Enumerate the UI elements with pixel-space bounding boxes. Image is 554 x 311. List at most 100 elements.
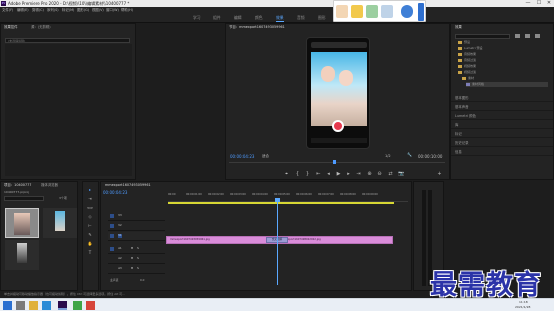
go-to-out-button[interactable]: ⇥ <box>356 171 361 177</box>
section-info[interactable]: 信息 <box>451 149 553 156</box>
section-markers[interactable]: 标记 <box>451 131 553 138</box>
tab-project[interactable]: 项目：10400777 <box>4 183 31 188</box>
source-patch-v2[interactable] <box>110 224 114 228</box>
type-tool-icon[interactable]: T <box>87 250 93 256</box>
effects-folder-assets[interactable]: 素材 <box>462 76 552 81</box>
tab-media-browser[interactable]: 媒体浏览器 <box>41 183 58 188</box>
mute-button[interactable]: M <box>130 257 134 261</box>
compare-view-button[interactable]: 📷 <box>398 171 404 177</box>
solo-button[interactable]: S <box>136 247 140 251</box>
app-icon[interactable] <box>86 301 95 310</box>
slip-tool-icon[interactable]: ⊢ <box>87 223 93 229</box>
solo-button[interactable]: S <box>136 257 140 261</box>
program-timecode[interactable]: 00:00:04:23 <box>230 154 254 159</box>
save-icon[interactable] <box>381 5 393 18</box>
timeline-playhead[interactable] <box>277 200 278 285</box>
add-marker-button[interactable]: ⌖ <box>284 171 289 177</box>
accelerated-icon[interactable] <box>515 34 520 38</box>
quality-select[interactable]: 1/2 <box>385 154 391 158</box>
tab-effect-controls[interactable]: 效果控件 <box>4 25 18 30</box>
work-area-bar[interactable] <box>168 202 394 204</box>
comment-icon[interactable] <box>351 5 363 18</box>
add-button[interactable]: + <box>437 171 442 177</box>
start-icon[interactable] <box>3 301 12 310</box>
workspace-audio[interactable]: 音频 <box>297 15 305 21</box>
task-view-icon[interactable] <box>16 301 25 310</box>
effects-folder-lumetri[interactable]: Lumetri 预设 <box>458 46 548 51</box>
effects-folder-video-effects[interactable]: 视频效果 <box>458 64 548 69</box>
effects-search-input[interactable] <box>455 34 510 39</box>
insert-button[interactable]: ⊕ <box>367 171 372 177</box>
project-search-input[interactable] <box>4 196 44 201</box>
collapse-toolbar-icon[interactable] <box>418 3 424 21</box>
pen-tool-icon[interactable]: ✎ <box>87 232 93 238</box>
close-button[interactable]: ✕ <box>544 0 554 7</box>
playhead-handle[interactable] <box>275 198 280 202</box>
play-button[interactable]: ▶ <box>336 171 341 177</box>
effects-folder-video-transitions[interactable]: 视频过渡 <box>458 70 548 75</box>
tab-effects[interactable]: 效果 <box>455 25 462 30</box>
program-scrubber[interactable] <box>229 162 445 163</box>
effects-item-style[interactable]: 素材风格 <box>466 82 548 87</box>
hand-tool-icon[interactable]: ✋ <box>87 241 93 247</box>
section-essential-sound[interactable]: 基本声音 <box>451 104 553 111</box>
32bit-icon[interactable] <box>525 34 530 38</box>
go-to-in-button[interactable]: ⇤ <box>316 171 321 177</box>
wrench-icon[interactable]: 🔧 <box>407 152 413 158</box>
maximize-button[interactable]: ☐ <box>534 0 544 7</box>
razor-tool-icon[interactable]: ◇ <box>87 214 93 220</box>
mute-button[interactable]: M <box>130 267 134 271</box>
timeline-timecode[interactable]: 00:00:04:23 <box>103 190 127 195</box>
mute-button[interactable]: M <box>130 247 134 251</box>
step-back-button[interactable]: ◂ <box>326 171 331 177</box>
program-playhead[interactable] <box>333 160 336 164</box>
workspace-graphics[interactable]: 图形 <box>318 15 326 21</box>
effects-folder-audio-effects[interactable]: 音频效果 <box>458 52 548 57</box>
section-history[interactable]: 历史记录 <box>451 140 553 147</box>
timeline-ruler[interactable]: 00:00 00:00:01:00 00:00:02:00 00:00:03:0… <box>168 191 408 202</box>
ripple-edit-tool-icon[interactable]: ⟺ <box>87 205 93 211</box>
tab-source[interactable]: 源：(无剪辑) <box>31 25 51 30</box>
minimize-button[interactable]: — <box>523 0 533 7</box>
export-frame-button[interactable]: ⇄ <box>388 171 393 177</box>
effect-filter-field[interactable]: (未选择剪辑) <box>5 38 130 43</box>
project-item-sequence[interactable] <box>5 240 39 270</box>
selection-tool-icon[interactable]: ▸ <box>87 187 93 193</box>
clip-photo-1[interactable]: mmexport1607493059961.jpg <box>166 236 277 244</box>
edge-icon[interactable] <box>42 301 51 310</box>
file-explorer-icon[interactable] <box>29 301 38 310</box>
fit-select[interactable]: 适合 <box>262 154 269 159</box>
section-lumetri-color[interactable]: Lumetri 颜色 <box>451 113 553 120</box>
overwrite-button[interactable]: ⊖ <box>377 171 382 177</box>
step-forward-button[interactable]: ▸ <box>346 171 351 177</box>
effects-folder-presets[interactable]: 预设 <box>458 40 548 45</box>
premiere-taskbar-icon[interactable] <box>58 301 67 310</box>
section-libraries[interactable]: 库 <box>451 122 553 129</box>
project-item-photo-2[interactable] <box>43 208 77 238</box>
mark-in-button[interactable]: { <box>295 171 300 177</box>
hand-tool-icon[interactable] <box>336 5 348 18</box>
wechat-icon[interactable] <box>73 301 82 310</box>
workspace-assembly[interactable]: 组件 <box>213 15 221 21</box>
track-select-tool-icon[interactable]: ⇥ <box>87 196 93 202</box>
tab-timeline[interactable]: mmexport1607493059961 <box>105 183 151 188</box>
workspace-color[interactable]: 颜色 <box>255 15 263 21</box>
master-volume[interactable]: 0.0 <box>140 278 144 282</box>
info-icon[interactable] <box>401 5 413 18</box>
source-patch-v1[interactable] <box>110 234 114 238</box>
project-item-photo-1[interactable] <box>5 208 39 238</box>
clip-photo-2[interactable]: mmexport1607498022022.jpg <box>277 236 393 244</box>
solo-button[interactable]: S <box>136 267 140 271</box>
workspace-effects[interactable]: 效果 <box>276 15 284 22</box>
source-patch-v3[interactable] <box>110 214 114 218</box>
premiere-logo-icon: Pr <box>1 1 6 6</box>
workspace-learn[interactable]: 学习 <box>193 15 201 21</box>
document-icon[interactable] <box>366 5 378 18</box>
mark-out-button[interactable]: } <box>305 171 310 177</box>
workspace-edit[interactable]: 编辑 <box>234 15 242 21</box>
effects-folder-audio-transitions[interactable]: 音频过渡 <box>458 58 548 63</box>
section-essential-graphics[interactable]: 基本图形 <box>451 95 553 102</box>
source-patch-a1[interactable] <box>110 247 114 251</box>
tab-program[interactable]: 节目：mmexport1607493059961 <box>229 25 285 30</box>
yuv-icon[interactable] <box>535 34 540 38</box>
